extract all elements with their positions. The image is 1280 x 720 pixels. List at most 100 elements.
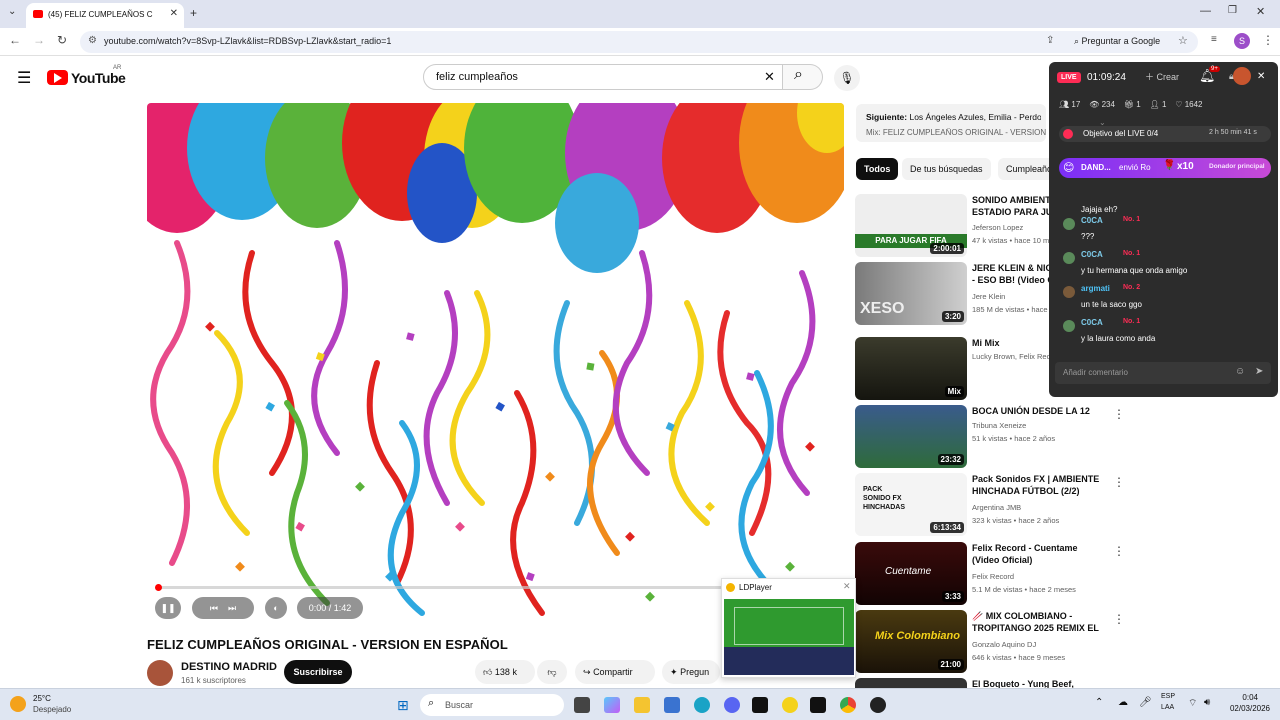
recommended-video[interactable]: Mix Colombiano 21:00 🥢 MIX COLOMBIANO - … xyxy=(855,610,1135,674)
send-icon[interactable]: ➤ xyxy=(1255,366,1263,377)
comment-input[interactable]: Añadir comentario ☺ ➤ xyxy=(1055,362,1271,384)
chrome-icon[interactable] xyxy=(840,697,856,713)
window-close-icon[interactable]: ✕ xyxy=(1256,5,1265,18)
dislike-button[interactable]: 👎︎ xyxy=(537,660,567,684)
new-tab-icon[interactable]: + xyxy=(190,6,197,20)
search-icon: ⌕ xyxy=(428,697,435,709)
pause-icon: ❚❚ xyxy=(160,603,176,613)
recommended-video[interactable]: 23:32 BOCA UNIÓN DESDE LA 12 Tribuna Xen… xyxy=(855,405,1135,469)
more-options-icon[interactable]: ⋮ xyxy=(1113,544,1125,558)
discord-icon[interactable] xyxy=(724,697,740,713)
search-button[interactable]: ⌕ xyxy=(783,64,823,90)
share-button[interactable]: ↪ Compartir xyxy=(575,660,655,684)
install-icon[interactable]: ⇪ xyxy=(1046,35,1054,46)
ask-button[interactable]: ✦ Pregun xyxy=(662,660,720,684)
thumbnail-caption: Cuentame xyxy=(885,566,932,577)
clear-search-icon[interactable]: ✕ xyxy=(764,69,775,85)
weather-desc: Despejado xyxy=(33,705,72,714)
start-icon[interactable]: ⊞ xyxy=(397,697,409,714)
channel-name: Argentina JMB xyxy=(972,503,1022,512)
channel-name: Felix Record xyxy=(972,572,1015,581)
chip-all[interactable]: Todos xyxy=(856,158,899,180)
back-icon[interactable]: ← xyxy=(9,33,21,47)
recommended-video[interactable]: El Boqueto - Yung Beef, Cuando ... xyxy=(855,678,1135,688)
browser-toolbar: ← → ↻ ⚙ youtube.com/watch?v=8Svp-LZlavk&… xyxy=(0,28,1280,56)
channel-avatar[interactable] xyxy=(147,660,173,686)
browser-menu-icon[interactable]: ⋮ xyxy=(1262,33,1274,47)
voice-search-button[interactable]: 🎙 xyxy=(834,65,860,91)
previous-icon[interactable]: ⏮ xyxy=(210,603,218,613)
pause-button[interactable]: ❚❚ xyxy=(155,597,181,619)
app-icon[interactable] xyxy=(870,697,886,713)
eye-icon: 👁︎ xyxy=(1089,100,1100,109)
channel-name: Jere Klein xyxy=(972,292,1006,301)
edge-icon[interactable] xyxy=(694,697,710,713)
weather-icon[interactable] xyxy=(10,696,26,712)
ask-google-button[interactable]: ⌕ Preguntar a Google xyxy=(1074,36,1160,47)
chat-user: C0CA xyxy=(1081,250,1103,259)
address-bar[interactable]: ⚙ youtube.com/watch?v=8Svp-LZlavk&list=R… xyxy=(80,31,1198,53)
chip-from-searches[interactable]: De tus búsquedas xyxy=(902,158,991,180)
subscribe-button[interactable]: Suscribirse xyxy=(284,660,352,684)
heart-icon: ♡ xyxy=(1175,100,1183,109)
language-code[interactable]: ESP xyxy=(1161,693,1175,700)
video-frame xyxy=(147,103,844,616)
tab-list-icon[interactable]: ⌄ xyxy=(8,6,16,17)
tab-search-icon[interactable]: ≡ xyxy=(1211,34,1217,45)
forward-icon[interactable]: → xyxy=(33,33,45,47)
video-player[interactable] xyxy=(147,103,844,628)
more-options-icon[interactable]: ⋮ xyxy=(1113,475,1125,489)
taskbar-search[interactable]: ⌕ Buscar xyxy=(420,694,564,716)
clock-time[interactable]: 0:04 xyxy=(1222,693,1258,702)
next-icon[interactable]: ⏭ xyxy=(228,603,236,613)
search-input[interactable]: feliz cumpleaños ✕ xyxy=(423,64,783,90)
live-stats-row: 👥︎ 17 👁︎ 234 🎁︎ 1 👤︎ 1 ♡ 1642 xyxy=(1059,100,1203,109)
ask-google-label: Preguntar a Google xyxy=(1081,36,1161,46)
bookmark-star-icon[interactable]: ☆ xyxy=(1178,34,1188,47)
profile-avatar[interactable]: S xyxy=(1234,33,1250,49)
progress-scrubber[interactable] xyxy=(155,584,162,591)
close-panel-icon[interactable]: ✕ xyxy=(1257,71,1265,82)
chat-text: y tu hermana que onda amigo xyxy=(1081,266,1188,275)
thumbnail-caption: Mix Colombiano xyxy=(875,630,960,642)
country-code: AR xyxy=(113,65,122,71)
more-options-icon[interactable]: ⋮ xyxy=(1113,407,1125,421)
youtube-logo-text: YouTube xyxy=(71,70,126,86)
like-button[interactable]: 👍︎ 138 k xyxy=(475,660,535,684)
tiktok-icon[interactable] xyxy=(810,697,826,713)
ldplayer-taskbar-icon[interactable] xyxy=(782,697,798,713)
store-icon[interactable] xyxy=(664,697,680,713)
recommended-video[interactable]: PACK SONIDO FX HINCHADAS 6:13:34 Pack So… xyxy=(855,473,1135,537)
file-explorer-icon[interactable] xyxy=(634,697,650,713)
video-title: Felix Record - Cuentame (Video Oficial) xyxy=(972,543,1078,565)
reload-icon[interactable]: ↻ xyxy=(57,33,67,47)
tray-app-icon[interactable]: ☁ xyxy=(1118,697,1128,708)
minimize-icon[interactable]: — xyxy=(1200,5,1211,17)
emoji-icon[interactable]: ☺ xyxy=(1235,366,1245,377)
share-label: Compartir xyxy=(593,667,633,677)
hamburger-menu-icon[interactable]: ☰ xyxy=(17,68,31,88)
restore-icon[interactable]: ❐ xyxy=(1228,5,1237,16)
chat-rank-badge: No. 2 xyxy=(1123,284,1141,291)
wifi-icon[interactable]: ⌔ xyxy=(1188,697,1197,710)
volume-button[interactable]: ◐ xyxy=(265,597,287,619)
notification-count: 9+ xyxy=(1209,66,1220,72)
volume-tray-icon[interactable]: 🔊︎ xyxy=(1204,697,1210,708)
create-button[interactable]: ＋ Crear xyxy=(1145,70,1179,83)
recommended-video[interactable]: Cuentame 3:33 Felix Record - Cuentame (V… xyxy=(855,542,1135,606)
tray-mic-icon[interactable]: 🎤︎ xyxy=(1139,697,1152,708)
copilot-icon[interactable] xyxy=(604,697,620,713)
task-view-icon[interactable] xyxy=(574,697,590,713)
browser-tab[interactable]: (45) FELIZ CUMPLEAÑOS C ✕ xyxy=(26,3,184,28)
more-options-icon[interactable]: ⋮ xyxy=(1113,612,1125,626)
tray-overflow-icon[interactable]: ⌃ xyxy=(1095,697,1103,708)
up-next-banner[interactable]: Siguiente: Los Ángeles Azules, Emilia - … xyxy=(856,104,1046,142)
tab-close-icon[interactable]: ✕ xyxy=(170,8,178,19)
ldplayer-close-icon[interactable]: ✕ xyxy=(843,581,851,592)
channel-name[interactable]: DESTINO MADRID xyxy=(181,661,277,673)
streamer-avatar[interactable] xyxy=(1233,67,1251,85)
ldplayer-preview[interactable]: LDPlayer ✕ xyxy=(721,578,856,678)
goal-icon xyxy=(1063,129,1073,139)
capcut-icon[interactable] xyxy=(752,697,768,713)
site-info-icon[interactable]: ⚙ xyxy=(88,35,97,46)
